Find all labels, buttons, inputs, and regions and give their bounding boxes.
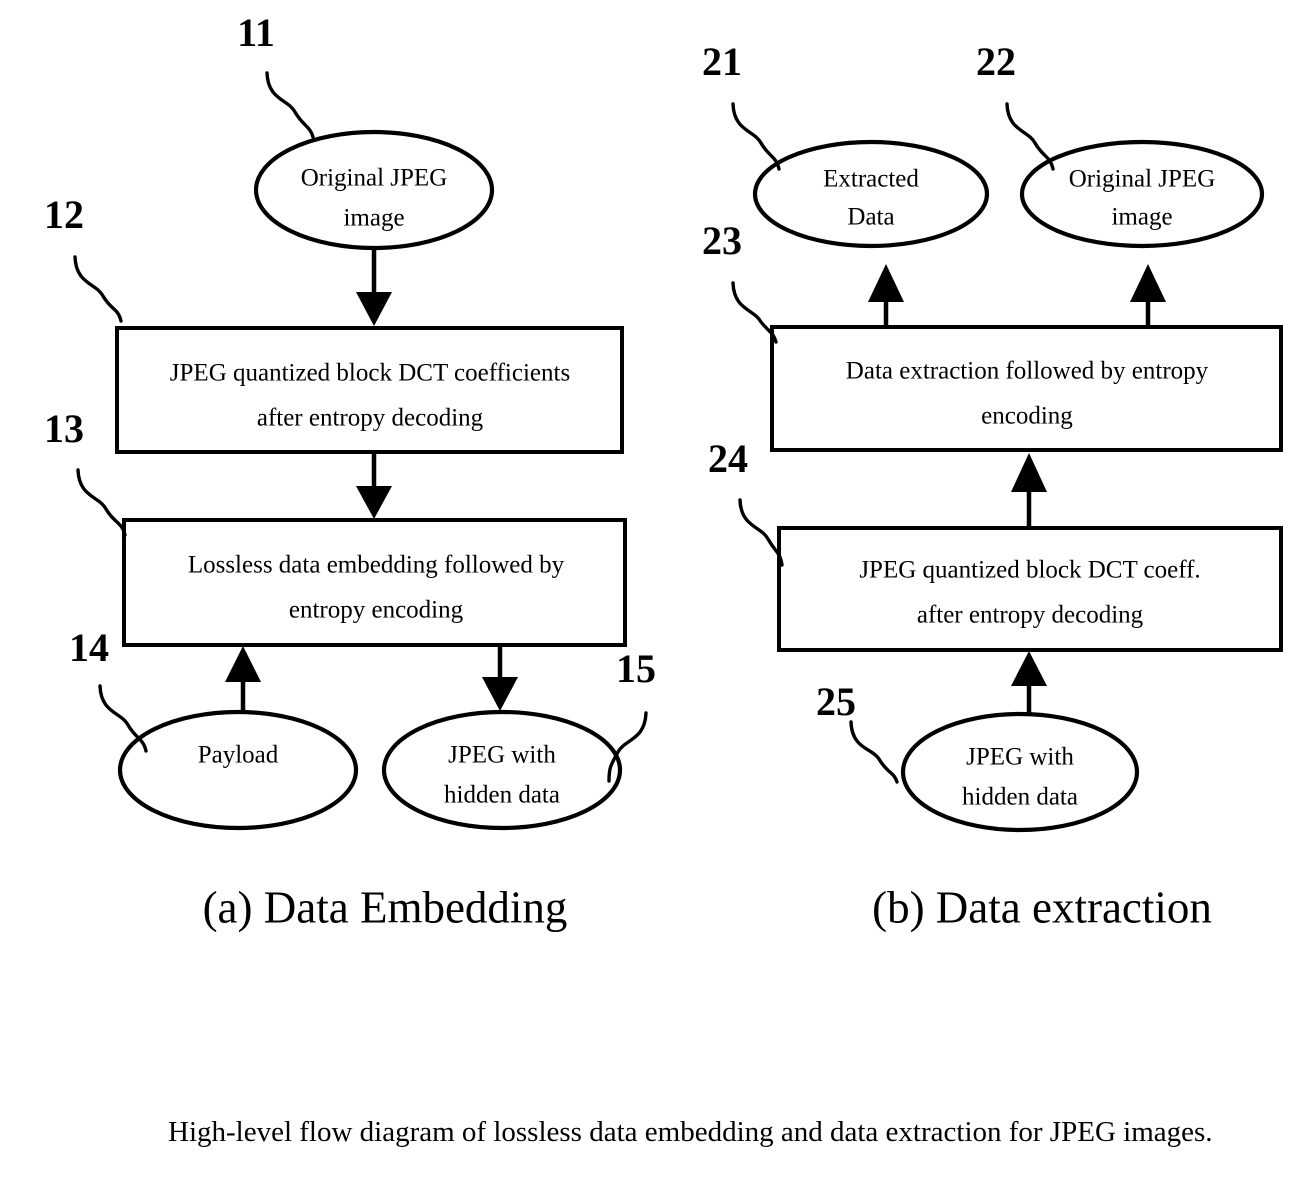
node-24-jpeg-quantized-dct-box[interactable]: JPEG quantized block DCT coeff. after en… (777, 526, 1283, 652)
arrow-head (1130, 264, 1166, 302)
arrow-head (225, 646, 261, 682)
node-11-label-line1: Original JPEG (301, 165, 448, 192)
node-22-label-line1: Original JPEG (1069, 166, 1216, 193)
ellipse-shape (900, 711, 1140, 833)
node-12-jpeg-quantized-dct-box[interactable]: JPEG quantized block DCT coefficients af… (115, 326, 624, 454)
arrow-head (482, 677, 518, 711)
arrow-12-to-13 (356, 453, 392, 519)
node-25-jpeg-with-hidden-data[interactable]: JPEG with hidden data (900, 711, 1140, 833)
box-shape (115, 326, 624, 454)
figure-caption: High-level flow diagram of lossless data… (168, 1116, 1213, 1148)
panel-a-group: Original JPEG image 11 JPEG quantized bl… (44, 10, 656, 932)
node-23-label-line1: Data extraction followed by entropy (846, 358, 1209, 385)
ref-numeral-24: 24 (708, 436, 748, 481)
node-24-label-line1: JPEG quantized block DCT coeff. (859, 557, 1200, 584)
flow-diagram: Original JPEG image 11 JPEG quantized bl… (44, 10, 1283, 932)
leader-line-13 (76, 468, 127, 537)
panel-b-caption: (b) Data extraction (872, 882, 1212, 932)
arrow-head (356, 292, 392, 326)
node-13-label-line1: Lossless data embedding followed by (188, 552, 565, 579)
ref-numeral-12: 12 (44, 192, 84, 237)
arrow-head (1011, 453, 1047, 492)
arrow-head (1011, 651, 1047, 686)
ref-numeral-13: 13 (44, 406, 84, 451)
box-shape (777, 526, 1283, 652)
node-15-label-line1: JPEG with (448, 742, 556, 769)
arrow-head (356, 486, 392, 519)
leader-line-24 (738, 498, 784, 567)
ref-numeral-14: 14 (69, 625, 109, 670)
arrow-25-to-24 (1011, 651, 1047, 713)
node-14-label-line1: Payload (198, 742, 279, 769)
node-13-lossless-embedding-box[interactable]: Lossless data embedding followed by entr… (122, 518, 627, 647)
ref-numeral-21: 21 (702, 39, 742, 84)
leader-line-22 (1005, 102, 1055, 171)
ellipse-shape (381, 709, 623, 831)
node-21-label-line2: Data (847, 204, 894, 231)
box-shape (770, 325, 1283, 452)
arrow-13-to-15 (482, 646, 518, 711)
leader-line-23 (731, 281, 778, 344)
node-12-label-line2: after entropy decoding (257, 405, 484, 432)
leader-line-25 (849, 720, 899, 784)
arrow-11-to-12 (356, 249, 392, 326)
node-24-label-line2: after entropy decoding (917, 602, 1144, 629)
arrow-24-to-23 (1011, 453, 1047, 527)
node-11-label-line2: image (343, 205, 404, 232)
node-21-label-line1: Extracted (823, 166, 919, 193)
node-23-label-line2: encoding (981, 403, 1073, 430)
leader-line-11 (265, 71, 315, 139)
arrow-23-to-22 (1130, 264, 1166, 327)
ref-numeral-22: 22 (976, 39, 1016, 84)
node-13-label-line2: entropy encoding (289, 597, 464, 624)
box-shape (122, 518, 627, 647)
ellipse-shape (117, 709, 359, 831)
node-14-payload[interactable]: Payload (117, 709, 359, 831)
leader-line-21 (731, 102, 781, 171)
ref-numeral-11: 11 (237, 10, 275, 55)
ref-numeral-25: 25 (816, 679, 856, 724)
node-15-label-line2: hidden data (444, 782, 560, 809)
node-22-original-jpeg-image[interactable]: Original JPEG image (1019, 139, 1265, 249)
leader-line-12 (73, 255, 123, 323)
node-21-extracted-data[interactable]: Extracted Data (752, 139, 990, 249)
arrow-14-to-13 (225, 646, 261, 712)
figure-root: Original JPEG image 11 JPEG quantized bl… (0, 0, 1303, 1203)
ref-numeral-15: 15 (616, 646, 656, 691)
node-12-label-line1: JPEG quantized block DCT coefficients (170, 360, 570, 387)
node-22-label-line2: image (1111, 204, 1172, 231)
node-25-label-line1: JPEG with (966, 744, 1074, 771)
arrow-23-to-21 (868, 264, 904, 327)
panel-b-group: Extracted Data 21 Original JPEG image 22 (702, 39, 1283, 932)
node-15-jpeg-with-hidden-data[interactable]: JPEG with hidden data (381, 709, 623, 831)
node-11-original-jpeg-image[interactable]: Original JPEG image (253, 129, 495, 251)
node-23-data-extraction-box[interactable]: Data extraction followed by entropy enco… (770, 325, 1283, 452)
arrow-head (868, 264, 904, 302)
panel-a-caption: (a) Data Embedding (203, 882, 568, 932)
node-25-label-line2: hidden data (962, 784, 1078, 811)
ref-numeral-23: 23 (702, 218, 742, 263)
